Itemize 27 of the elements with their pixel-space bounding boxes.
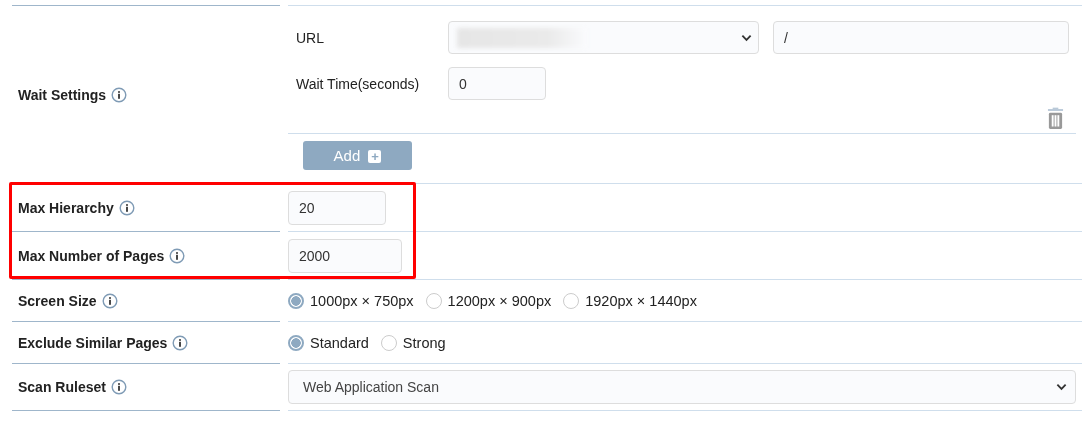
trash-icon[interactable] (1047, 107, 1064, 130)
field-label: Screen Size (18, 292, 97, 309)
wait-time-input[interactable]: 0 (448, 67, 546, 100)
number-input[interactable]: 20 (288, 190, 386, 225)
radio-option[interactable]: Strong (380, 334, 446, 351)
radio-option[interactable]: 1200px × 900px (425, 292, 552, 309)
info-icon[interactable] (101, 292, 118, 309)
caret-icon (741, 33, 752, 42)
radio-option[interactable]: Standard (288, 334, 369, 351)
info-icon[interactable] (172, 334, 189, 351)
field-label: Max Number of Pages (18, 247, 165, 264)
field-label: Max Hierarchy (18, 199, 114, 216)
caret-icon (1056, 383, 1067, 391)
number-input[interactable]: 2000 (288, 238, 402, 273)
radio-option[interactable]: 1920px × 1440px (563, 292, 697, 309)
info-icon[interactable] (118, 199, 135, 216)
wait-time-label: Wait Time(seconds) (296, 75, 421, 92)
radio-option[interactable]: 1000px × 750px (288, 292, 414, 309)
info-icon[interactable] (169, 247, 186, 264)
field-label: Scan Ruleset (18, 379, 106, 395)
ruleset-select[interactable]: Web Application Scan (288, 370, 1076, 404)
url-label: URL (296, 29, 325, 46)
info-icon[interactable] (111, 86, 128, 103)
info-icon[interactable] (110, 379, 127, 395)
path-input[interactable]: / (773, 21, 1069, 54)
field-label: Wait Settings (18, 86, 107, 103)
field-label: Exclude Similar Pages (18, 334, 168, 351)
